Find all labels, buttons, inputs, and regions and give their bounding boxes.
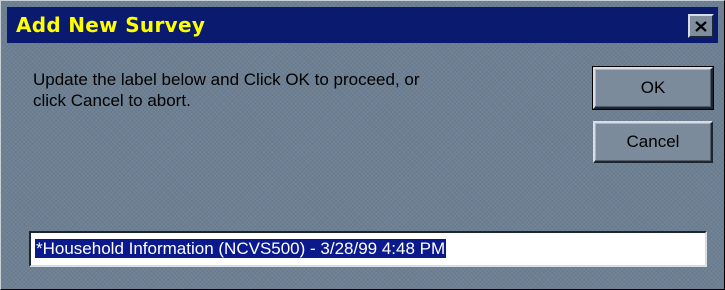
ok-button[interactable]: OK — [592, 66, 714, 110]
cancel-button[interactable]: Cancel — [593, 121, 713, 163]
instruction-text: Update the label below and Click OK to p… — [33, 69, 573, 111]
dialog-title: Add New Survey — [16, 13, 206, 37]
instruction-line-2: click Cancel to abort. — [33, 91, 191, 110]
close-button[interactable] — [688, 14, 714, 38]
survey-label-value: *Household Information (NCVS500) - 3/28/… — [35, 239, 447, 258]
title-bar: Add New Survey — [7, 7, 718, 43]
survey-label-input[interactable]: *Household Information (NCVS500) - 3/28/… — [29, 231, 707, 267]
add-new-survey-dialog: Add New Survey Update the label below an… — [0, 0, 725, 290]
close-icon — [695, 20, 707, 32]
instruction-line-1: Update the label below and Click OK to p… — [33, 70, 420, 89]
